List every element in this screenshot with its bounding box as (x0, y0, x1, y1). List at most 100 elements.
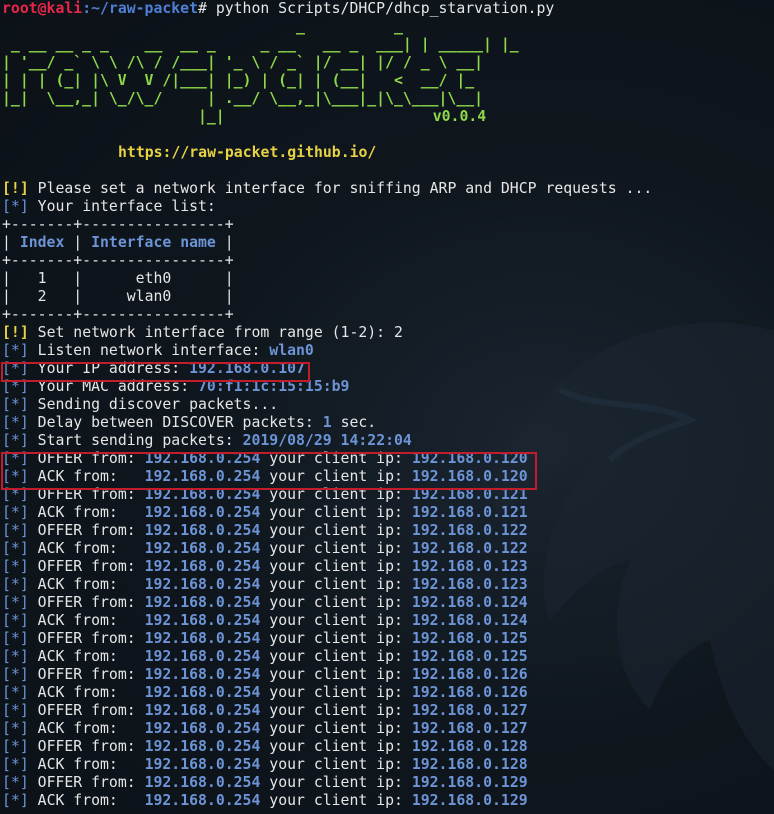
table-border: +-------+----------------+ (2, 252, 234, 269)
client-ip-label: your client ip: (260, 738, 412, 755)
dhcp-client-ip: 192.168.0.123 (411, 576, 528, 593)
dhcp-event-type: ACK from: (37, 576, 145, 593)
info-tag: [*] (2, 648, 29, 665)
msg-text: Sending discover packets... (37, 396, 279, 413)
dhcp-event-type: OFFER from: (37, 558, 145, 575)
project-url: https://raw-packet.github.io/ (118, 144, 377, 161)
dhcp-client-ip: 192.168.0.127 (411, 720, 528, 737)
listen-iface-value: wlan0 (269, 342, 314, 359)
dhcp-event-line: [*] ACK from: 192.168.0.254 your client … (2, 756, 774, 774)
info-tag: [*] (2, 414, 29, 431)
table-cell-index: 1 (37, 270, 47, 287)
dhcp-event-line: [*] OFFER from: 192.168.0.254 your clien… (2, 702, 774, 720)
dhcp-server-ip: 192.168.0.254 (144, 450, 261, 467)
warn-tag: [!] (2, 180, 29, 197)
dhcp-event-line: [*] OFFER from: 192.168.0.254 your clien… (2, 450, 774, 468)
dhcp-client-ip: 192.168.0.121 (411, 486, 528, 503)
info-tag: [*] (2, 738, 29, 755)
msg-delay: [*] Delay between DISCOVER packets: 1 se… (2, 414, 774, 432)
dhcp-client-ip: 192.168.0.120 (411, 450, 528, 467)
client-ip-label: your client ip: (260, 792, 412, 809)
dhcp-server-ip: 192.168.0.254 (144, 504, 261, 521)
msg-set-iface: [!] Please set a network interface for s… (2, 180, 774, 198)
dhcp-server-ip: 192.168.0.254 (144, 666, 261, 683)
dhcp-event-line: [*] ACK from: 192.168.0.254 your client … (2, 792, 774, 810)
dhcp-event-line: [*] OFFER from: 192.168.0.254 your clien… (2, 486, 774, 504)
dhcp-server-ip: 192.168.0.254 (144, 540, 261, 557)
info-tag: [*] (2, 378, 29, 395)
dhcp-event-line: [*] ACK from: 192.168.0.254 your client … (2, 648, 774, 666)
msg-mac: [*] Your MAC address: 70:f1:1c:15:15:b9 (2, 378, 774, 396)
dhcp-client-ip: 192.168.0.128 (411, 738, 528, 755)
client-ip-label: your client ip: (260, 630, 412, 647)
info-tag: [*] (2, 450, 29, 467)
msg-text: Start sending packets: (37, 432, 243, 449)
info-tag: [*] (2, 342, 29, 359)
dhcp-server-ip: 192.168.0.254 (144, 702, 261, 719)
msg-iface-list: [*] Your interface list: (2, 198, 774, 216)
info-tag: [*] (2, 558, 29, 575)
info-tag: [*] (2, 522, 29, 539)
info-tag: [*] (2, 396, 29, 413)
url-row: https://raw-packet.github.io/ (2, 144, 774, 162)
dhcp-server-ip: 192.168.0.254 (144, 558, 261, 575)
info-tag: [*] (2, 594, 29, 611)
dhcp-event-line: [*] OFFER from: 192.168.0.254 your clien… (2, 630, 774, 648)
msg-text: Set network interface from range (1-2): … (37, 324, 403, 341)
dhcp-event-line: [*] ACK from: 192.168.0.254 your client … (2, 468, 774, 486)
dhcp-event-line: [*] OFFER from: 192.168.0.254 your clien… (2, 558, 774, 576)
msg-ip: [*] Your IP address: 192.168.0.107 (2, 360, 774, 378)
table-header-row: | Index | Interface name | (2, 234, 234, 251)
dhcp-server-ip: 192.168.0.254 (144, 486, 261, 503)
delay-unit: sec. (331, 414, 377, 431)
table-cell-index: 2 (37, 288, 47, 305)
msg-sending: [*] Sending discover packets... (2, 396, 774, 414)
msg-text: Please set a network interface for sniff… (37, 180, 653, 197)
info-tag: [*] (2, 360, 29, 377)
info-tag: [*] (2, 630, 29, 647)
dhcp-server-ip: 192.168.0.254 (144, 612, 261, 629)
warn-tag: [!] (2, 324, 29, 341)
dhcp-event-type: ACK from: (37, 504, 145, 521)
client-ip-label: your client ip: (260, 774, 412, 791)
client-ip-label: your client ip: (260, 612, 412, 629)
dhcp-event-line: [*] OFFER from: 192.168.0.254 your clien… (2, 774, 774, 792)
dhcp-client-ip: 192.168.0.126 (411, 684, 528, 701)
dhcp-event-type: ACK from: (37, 756, 145, 773)
prompt-user: root@kali (2, 0, 83, 17)
dhcp-client-ip: 192.168.0.126 (411, 666, 528, 683)
table-row: | 1 | eth0 | (2, 270, 234, 287)
prompt-line: root@kali:~/raw-packet# python Scripts/D… (2, 0, 774, 18)
dhcp-client-ip: 192.168.0.125 (411, 630, 528, 647)
info-tag: [*] (2, 504, 29, 521)
dhcp-event-line: [*] ACK from: 192.168.0.254 your client … (2, 720, 774, 738)
table-cell-name: eth0 (135, 270, 172, 287)
client-ip-label: your client ip: (260, 468, 412, 485)
dhcp-event-type: OFFER from: (37, 774, 145, 791)
dhcp-client-ip: 192.168.0.121 (411, 504, 528, 521)
dhcp-event-type: OFFER from: (37, 666, 145, 683)
msg-text: Listen network interface: (37, 342, 270, 359)
client-ip-label: your client ip: (260, 666, 412, 683)
dhcp-event-line: [*] ACK from: 192.168.0.254 your client … (2, 504, 774, 522)
banner-line-4: | | | (_| |\ V V /|___| |_) | (_| | (__|… (2, 72, 475, 89)
dhcp-server-ip: 192.168.0.254 (144, 738, 261, 755)
dhcp-event-line: [*] ACK from: 192.168.0.254 your client … (2, 576, 774, 594)
dhcp-event-type: OFFER from: (37, 450, 145, 467)
msg-text: Your MAC address: (37, 378, 199, 395)
dhcp-server-ip: 192.168.0.254 (144, 792, 261, 809)
msg-text: Your IP address: (37, 360, 190, 377)
info-tag: [*] (2, 432, 29, 449)
banner-line-5: |_| \__,_| \_/\_/ | .__/ \__,_|\___|_|\_… (2, 90, 484, 107)
dhcp-client-ip: 192.168.0.125 (411, 648, 528, 665)
dhcp-event-type: OFFER from: (37, 522, 145, 539)
banner-line-6: |_| (2, 108, 225, 125)
info-tag: [*] (2, 774, 29, 791)
mac-value: 70:f1:1c:15:15:b9 (198, 378, 350, 395)
msg-start: [*] Start sending packets: 2019/08/29 14… (2, 432, 774, 450)
dhcp-client-ip: 192.168.0.122 (411, 522, 528, 539)
dhcp-event-type: OFFER from: (37, 594, 145, 611)
dhcp-server-ip: 192.168.0.254 (144, 630, 261, 647)
